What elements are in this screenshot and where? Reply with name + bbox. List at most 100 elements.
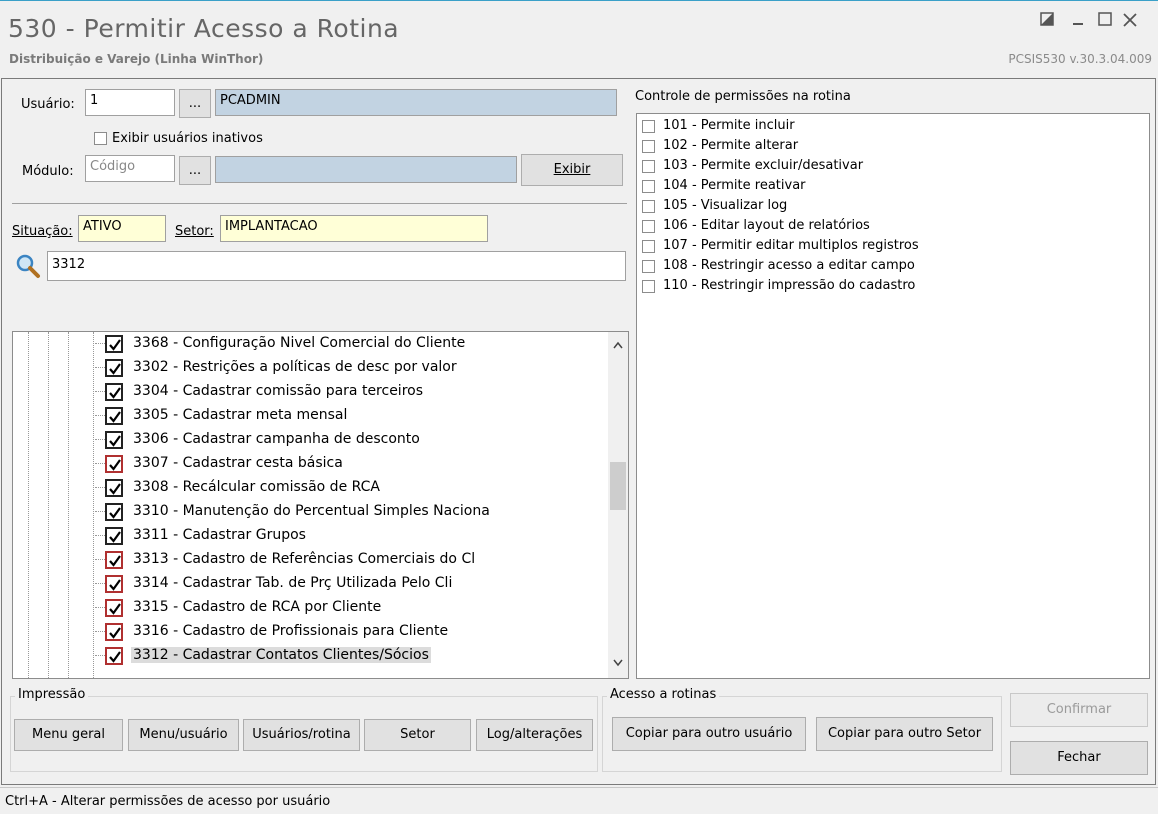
tree-guide	[68, 332, 69, 678]
permission-checkbox[interactable]	[642, 180, 655, 193]
minimize-icon[interactable]	[1071, 12, 1089, 30]
permissions-list: 101 - Permite incluir 102 - Permite alter…	[636, 113, 1150, 679]
permission-checkbox[interactable]	[642, 260, 655, 273]
maximize-icon[interactable]	[1098, 12, 1116, 30]
permission-label: 104 - Permite reativar	[663, 178, 806, 193]
tree-guide	[48, 332, 49, 678]
tree-item-checkbox[interactable]	[105, 527, 123, 545]
tree-item-checkbox[interactable]	[105, 623, 123, 641]
permission-label: 108 - Restringir acesso a editar campo	[663, 258, 915, 273]
copiar-setor-button[interactable]: Copiar para outro Setor	[816, 717, 993, 751]
setor-field: IMPLANTACAO	[220, 215, 488, 242]
tree-item-label: 3313 - Cadastro de Referências Comerciai…	[133, 551, 476, 567]
inativos-checkbox[interactable]	[94, 132, 107, 145]
search-input[interactable]: 3312	[47, 251, 626, 281]
tree-item-label: 3305 - Cadastrar meta mensal	[133, 407, 348, 423]
permission-label: 101 - Permite incluir	[663, 118, 795, 133]
fechar-label: Fechar	[1057, 750, 1101, 765]
acesso-group: Acesso a rotinas Copiar para outro usuár…	[602, 687, 1002, 772]
tree-item-checkbox[interactable]	[105, 575, 123, 593]
main-panel: Usuário: 1 ... PCADMIN Exibir usuários i…	[1, 78, 1156, 785]
permissions-title: Controle de permissões na rotina	[635, 89, 851, 104]
fechar-button[interactable]: Fechar	[1010, 741, 1148, 775]
tree-scrollbar[interactable]	[608, 332, 628, 678]
tree-connector	[95, 559, 105, 560]
tree-connector	[95, 487, 105, 488]
restore-icon[interactable]	[1040, 12, 1058, 30]
exibir-button[interactable]: Exibir	[521, 154, 623, 186]
usuario-code-input[interactable]: 1	[85, 89, 175, 116]
divider	[12, 203, 627, 204]
scroll-up-icon[interactable]	[613, 338, 623, 353]
situacao-label: Situação:	[12, 224, 73, 239]
window-title: 530 - Permitir Acesso a Rotina	[8, 14, 400, 43]
exibir-label: Exibir	[553, 162, 591, 177]
tree-connector	[95, 583, 105, 584]
tree-item-checkbox[interactable]	[105, 359, 123, 377]
acesso-label: Acesso a rotinas	[607, 687, 720, 702]
tree-connector	[95, 439, 105, 440]
modulo-code-input[interactable]: Código	[85, 155, 175, 182]
confirmar-button[interactable]: Confirmar	[1010, 693, 1148, 727]
usuario-lookup-button[interactable]: ...	[179, 89, 211, 118]
permission-checkbox[interactable]	[642, 220, 655, 233]
usuario-label: Usuário:	[21, 97, 75, 112]
tree-item-checkbox[interactable]	[105, 551, 123, 569]
modulo-name-field	[215, 156, 517, 183]
tree-item-checkbox[interactable]	[105, 479, 123, 497]
version-label: PCSIS530 v.30.3.04.009	[1008, 52, 1152, 66]
setor-button[interactable]: Setor	[364, 719, 471, 751]
status-text: Ctrl+A - Alterar permissões de acesso po…	[5, 794, 331, 809]
title-bar: 530 - Permitir Acesso a Rotina Distribui…	[0, 2, 1158, 72]
routine-tree[interactable]: 3368 - Configuração Nivel Comercial do C…	[12, 331, 629, 679]
tree-connector	[95, 391, 105, 392]
permission-checkbox[interactable]	[642, 240, 655, 253]
permission-label: 107 - Permitir editar multiplos registro…	[663, 238, 919, 253]
scroll-down-icon[interactable]	[613, 656, 623, 671]
tree-item-label: 3306 - Cadastrar campanha de desconto	[133, 431, 420, 447]
usuarios-rotina-button[interactable]: Usuários/rotina	[243, 719, 360, 751]
tree-guide	[93, 332, 94, 678]
close-icon[interactable]	[1122, 12, 1140, 30]
menu-usuario-button[interactable]: Menu/usuário	[128, 719, 239, 751]
setor-label: Setor:	[175, 224, 214, 239]
tree-item-label: 3310 - Manutenção do Percentual Simples …	[133, 503, 490, 519]
log-alteracoes-button[interactable]: Log/alterações	[476, 719, 593, 751]
status-bar: Ctrl+A - Alterar permissões de acesso po…	[0, 787, 1158, 814]
permission-checkbox[interactable]	[642, 280, 655, 293]
modulo-lookup-button[interactable]: ...	[179, 156, 211, 185]
tree-item-checkbox[interactable]	[105, 503, 123, 521]
tree-connector	[95, 343, 105, 344]
impressao-group: Impressão Menu geral Menu/usuário Usuári…	[10, 687, 598, 772]
tree-item-checkbox[interactable]	[105, 647, 123, 665]
tree-item-label: 3368 - Configuração Nivel Comercial do C…	[133, 335, 466, 351]
confirmar-label: Confirmar	[1046, 702, 1112, 717]
window-subtitle: Distribuição e Varejo (Linha WinThor)	[9, 52, 264, 66]
tree-item-checkbox[interactable]	[105, 407, 123, 425]
tree-item-label: 3312 - Cadastrar Contatos Clientes/Sócio…	[131, 647, 431, 663]
app-window: 530 - Permitir Acesso a Rotina Distribui…	[0, 0, 1158, 814]
tree-item-label: 3304 - Cadastrar comissão para terceiros	[133, 383, 424, 399]
permission-checkbox[interactable]	[642, 120, 655, 133]
tree-connector	[95, 463, 105, 464]
tree-item-checkbox[interactable]	[105, 431, 123, 449]
tree-item-checkbox[interactable]	[105, 383, 123, 401]
permission-checkbox[interactable]	[642, 200, 655, 213]
tree-item-label: 3308 - Recálcular comissão de RCA	[133, 479, 381, 495]
permission-label: 110 - Restringir impressão do cadastro	[663, 278, 916, 293]
copiar-usuario-button[interactable]: Copiar para outro usuário	[612, 717, 806, 751]
tree-connector	[95, 535, 105, 536]
tree-item-checkbox[interactable]	[105, 335, 123, 353]
permission-label: 103 - Permite excluir/desativar	[663, 158, 864, 173]
scroll-thumb[interactable]	[610, 462, 626, 510]
permission-checkbox[interactable]	[642, 160, 655, 173]
tree-item-label: 3314 - Cadastrar Tab. de Prç Utilizada P…	[133, 575, 453, 591]
inativos-label: Exibir usuários inativos	[112, 131, 263, 146]
tree-item-checkbox[interactable]	[105, 599, 123, 617]
permission-label: 106 - Editar layout de relatórios	[663, 218, 870, 233]
menu-geral-button[interactable]: Menu geral	[14, 719, 123, 751]
permission-label: 102 - Permite alterar	[663, 138, 799, 153]
permission-checkbox[interactable]	[642, 140, 655, 153]
tree-item-label: 3315 - Cadastro de RCA por Cliente	[133, 599, 382, 615]
tree-item-checkbox[interactable]	[105, 455, 123, 473]
